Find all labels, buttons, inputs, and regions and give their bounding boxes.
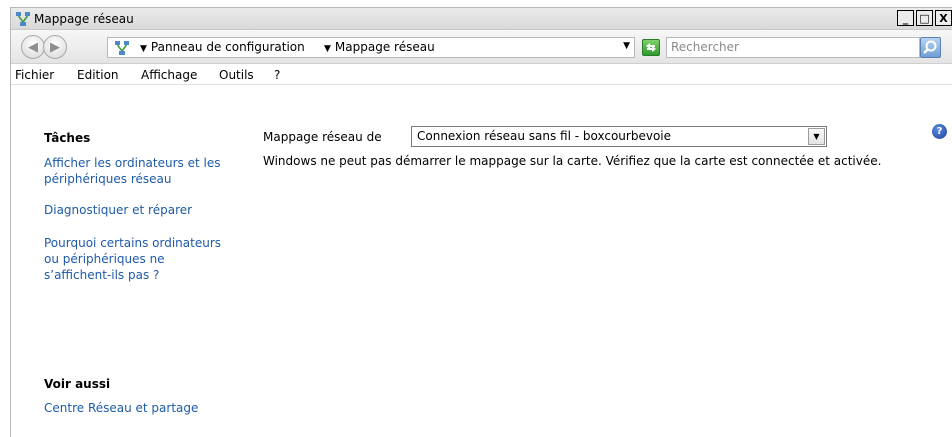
back-button[interactable]: ◀ [21,35,45,59]
title-bar: Mappage réseau _ □ X [11,8,952,30]
task-link-why-missing[interactable]: Pourquoi certains ordinateurs ou périphé… [44,235,234,283]
network-map-icon [16,12,30,26]
chevron-down-icon[interactable]: ▼ [808,128,825,145]
status-message: Windows ne peut pas démarrer le mappage … [263,154,882,168]
dropdown-arrow-icon[interactable]: ▼ [623,41,630,51]
breadcrumb-item-network-map[interactable]: ▼ Mappage réseau [324,40,435,54]
menu-edition[interactable]: Edition [77,68,119,82]
main-content: Tâches Afficher les ordinateurs et les p… [11,86,952,437]
chevron-right-icon: ▼ [324,44,331,54]
menu-fichier[interactable]: Fichier [15,68,54,82]
search-button[interactable] [920,37,941,58]
refresh-icon [646,43,656,52]
breadcrumb[interactable]: ▼ Panneau de configuration ▼ Mappage résea… [107,37,635,58]
breadcrumb-item-control-panel[interactable]: ▼ Panneau de configuration [140,40,305,54]
app-window: Mappage réseau _ □ X ◀ ▶ ▼ Panneau de con… [10,7,952,437]
menu-help[interactable]: ? [274,68,280,82]
search-input[interactable]: Rechercher [666,37,920,58]
map-label: Mappage réseau de [263,130,382,144]
help-icon[interactable]: ? [932,124,947,139]
task-link-show-devices[interactable]: Afficher les ordinateurs et les périphér… [44,155,244,187]
see-also-link-network-center[interactable]: Centre Réseau et partage [44,400,244,416]
window-controls: _ □ X [897,10,952,26]
connection-select-value: Connexion réseau sans fil - boxcourbevoi… [417,129,672,143]
chevron-right-icon: ▼ [140,44,147,54]
task-link-diagnose[interactable]: Diagnostiquer et réparer [44,202,244,218]
connection-select[interactable]: Connexion réseau sans fil - boxcourbevoi… [411,126,827,147]
see-also-heading: Voir aussi [44,377,111,391]
tasks-heading: Tâches [44,131,91,145]
network-map-icon [115,41,129,55]
refresh-button[interactable] [642,39,660,56]
search-placeholder: Rechercher [671,40,739,54]
maximize-button[interactable]: □ [916,10,933,26]
minimize-button[interactable]: _ [897,10,914,26]
address-bar: ◀ ▶ ▼ Panneau de configuration ▼ Mappage r… [11,30,952,64]
forward-icon: ▶ [50,39,60,55]
back-icon: ◀ [28,39,38,55]
search-icon [923,40,937,54]
window-title: Mappage réseau [34,12,134,26]
forward-button[interactable]: ▶ [43,35,67,59]
close-button[interactable]: X [935,10,952,26]
menu-bar: Fichier Edition Affichage Outils ? [11,65,952,85]
menu-affichage[interactable]: Affichage [141,68,197,82]
menu-outils[interactable]: Outils [219,68,254,82]
